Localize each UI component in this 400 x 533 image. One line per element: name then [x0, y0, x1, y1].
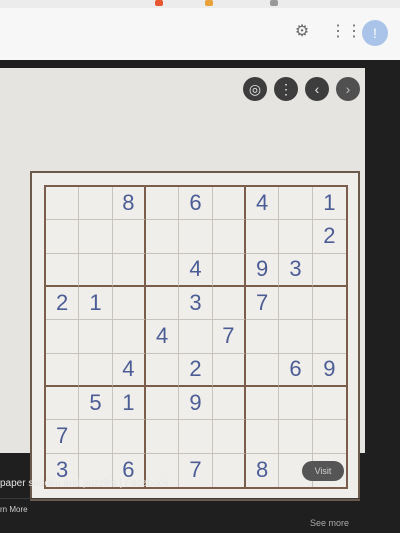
sudoku-cell	[212, 187, 246, 221]
sudoku-cell	[212, 286, 246, 321]
sudoku-cell: 3	[179, 286, 213, 321]
sudoku-cell	[312, 254, 346, 287]
sudoku-cell	[279, 386, 313, 421]
sudoku-cell	[212, 253, 246, 287]
sudoku-cell: 4	[112, 353, 146, 387]
sudoku-cell	[312, 387, 346, 421]
result-title[interactable]: paper sudoku and puzzles | Facebook	[0, 478, 330, 489]
sudoku-cell	[145, 187, 180, 221]
sudoku-cell	[46, 386, 80, 421]
sudoku-cell	[245, 353, 280, 387]
sudoku-cell	[46, 220, 80, 254]
sudoku-cell	[79, 187, 113, 221]
sudoku-cell: 9	[179, 386, 213, 421]
sudoku-cell: 2	[312, 220, 346, 254]
sudoku-cell	[79, 353, 113, 387]
gear-icon[interactable]: ⚙	[292, 22, 312, 42]
apps-grid-icon[interactable]: ⋮⋮	[330, 22, 362, 42]
sudoku-cell	[312, 320, 346, 354]
sudoku-cell	[79, 320, 113, 354]
next-icon[interactable]: ›	[336, 77, 360, 101]
sudoku-cell	[312, 287, 346, 321]
sudoku-cell	[112, 220, 146, 254]
prev-icon[interactable]: ‹	[305, 77, 329, 101]
sudoku-cell	[112, 420, 146, 454]
sudoku-cell	[212, 420, 246, 454]
tab-indicator	[205, 0, 213, 6]
sudoku-cell: 2	[179, 353, 213, 387]
sudoku-cell	[145, 386, 180, 421]
learn-more-link[interactable]: rn More	[0, 505, 28, 514]
sudoku-cell: 8	[112, 187, 146, 221]
visit-button[interactable]: Visit	[302, 461, 344, 481]
sudoku-cell	[112, 253, 146, 287]
sudoku-cell	[245, 386, 280, 421]
sudoku-cell	[212, 353, 246, 387]
sudoku-cell	[279, 286, 313, 321]
sudoku-cell	[46, 253, 80, 287]
sudoku-cell	[179, 420, 213, 454]
sudoku-cell	[145, 353, 180, 387]
sudoku-cell: 3	[279, 253, 313, 287]
sudoku-cell: 6	[179, 187, 213, 221]
sudoku-cell: 1	[79, 286, 113, 321]
tab-strip	[0, 0, 400, 8]
sudoku-cell	[279, 320, 313, 354]
sudoku-cell	[279, 187, 313, 221]
sudoku-cell	[212, 386, 246, 421]
tab-indicator	[270, 0, 278, 6]
sudoku-cell	[245, 220, 280, 254]
sudoku-cell	[79, 220, 113, 254]
sudoku-board: 86412493213747426951973678	[30, 171, 360, 501]
sudoku-cell: 1	[112, 386, 146, 421]
sudoku-cell	[145, 420, 180, 454]
sudoku-cell	[245, 420, 280, 454]
sudoku-cell	[46, 320, 80, 354]
sudoku-cell: 7	[46, 420, 80, 454]
sudoku-cell	[145, 220, 180, 254]
sudoku-cell	[212, 220, 246, 254]
sudoku-cell: 6	[279, 353, 313, 387]
tab-indicator	[155, 0, 163, 6]
sudoku-cell: 2	[46, 286, 80, 321]
sudoku-cell	[279, 220, 313, 254]
sudoku-cell: 5	[79, 386, 113, 421]
sudoku-cell: 7	[245, 286, 280, 321]
sudoku-cell: 9	[245, 253, 280, 287]
sudoku-cell	[312, 420, 346, 454]
sudoku-cell	[46, 353, 80, 387]
sudoku-cell	[145, 286, 180, 321]
sudoku-cell	[145, 253, 180, 287]
divider	[0, 498, 360, 499]
sudoku-cell	[79, 420, 113, 454]
sudoku-cell	[279, 420, 313, 454]
sudoku-cell: 7	[212, 320, 246, 354]
see-more-link[interactable]: See more	[310, 518, 349, 528]
sudoku-cell: 4	[179, 253, 213, 287]
sudoku-cell: 4	[145, 320, 180, 354]
sudoku-cell	[245, 320, 280, 354]
lens-icon[interactable]: ◎	[243, 77, 267, 101]
sudoku-cell: 1	[312, 187, 346, 221]
sudoku-cell	[179, 320, 213, 354]
sudoku-cell: 4	[245, 187, 280, 221]
avatar[interactable]: !	[362, 20, 388, 46]
sudoku-cell	[46, 187, 80, 221]
browser-toolbar: ⚙ ⋮⋮ !	[0, 0, 400, 60]
sudoku-grid: 86412493213747426951973678	[44, 185, 348, 489]
sudoku-cell	[112, 286, 146, 321]
more-icon[interactable]: ⋮	[274, 77, 298, 101]
sudoku-cell: 9	[312, 354, 346, 387]
sudoku-cell	[79, 253, 113, 287]
sudoku-photo: 86412493213747426951973678	[0, 68, 365, 501]
sudoku-cell	[112, 320, 146, 354]
sudoku-cell	[179, 220, 213, 254]
